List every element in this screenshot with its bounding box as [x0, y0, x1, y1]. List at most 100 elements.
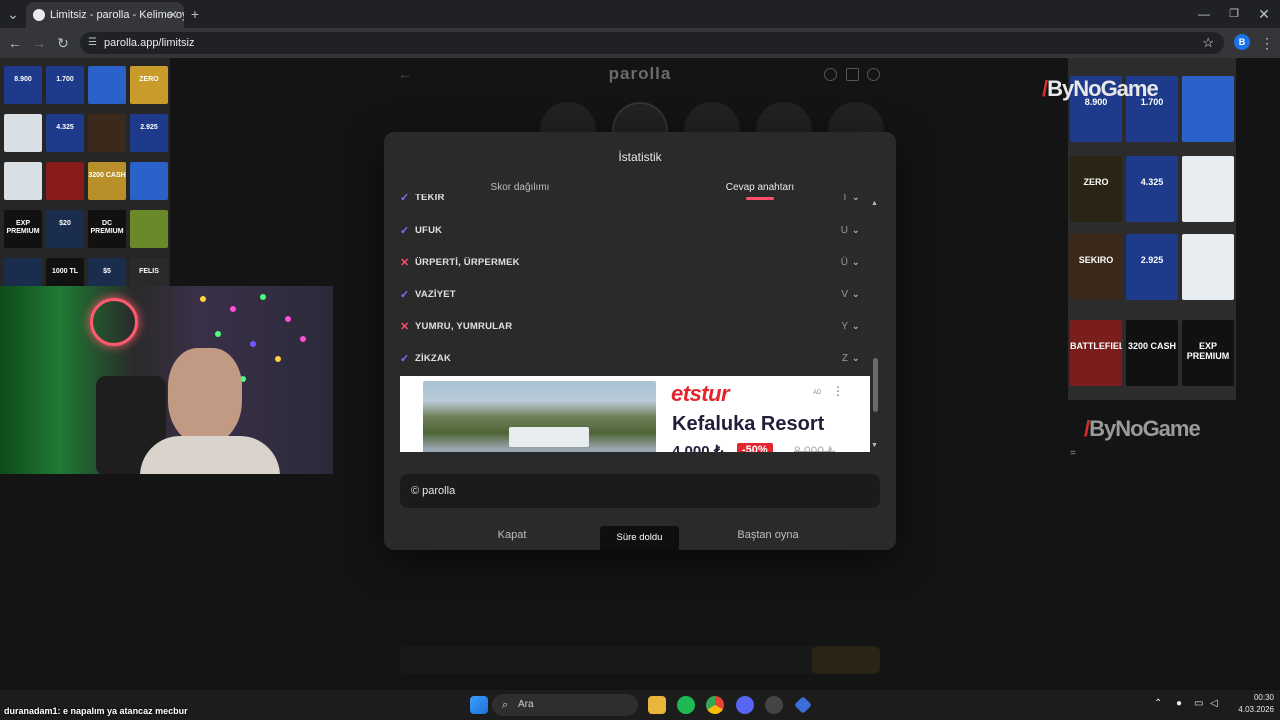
- chevron-down-icon[interactable]: ⌄: [852, 317, 860, 337]
- answer-row[interactable]: ✓ UFUK U ⌄: [400, 221, 860, 241]
- favicon-icon: [33, 9, 45, 21]
- chevron-down-icon[interactable]: ⌄: [852, 253, 860, 273]
- site-back-icon[interactable]: ←: [398, 66, 412, 82]
- info-icon[interactable]: [824, 68, 837, 81]
- chevron-down-icon[interactable]: ⌄: [852, 285, 860, 305]
- answer-row[interactable]: ✕ ÜRPERTİ, ÜRPERMEK Ü ⌄: [400, 253, 860, 273]
- chevron-down-icon[interactable]: ⌄: [852, 349, 860, 369]
- answer-word: ZİKZAK: [415, 353, 452, 364]
- volume-icon[interactable]: ◁: [1210, 698, 1218, 709]
- bookmark-star-icon[interactable]: ☆: [1202, 32, 1214, 54]
- reload-icon[interactable]: ↻: [52, 32, 74, 54]
- tab-answer-key[interactable]: Cevap anahtarı: [640, 182, 880, 193]
- ad-tile: 1.700: [46, 66, 84, 104]
- tab-search-icon[interactable]: ⌄: [4, 0, 22, 28]
- decor-equals: =: [1070, 448, 1076, 459]
- discord-icon[interactable]: [736, 696, 754, 714]
- ad-tile: 2.925: [130, 114, 168, 152]
- answer-letter: Z: [841, 353, 848, 364]
- minimize-icon[interactable]: —: [1196, 0, 1212, 28]
- webcam-overlay: [0, 286, 333, 474]
- profile-icon[interactable]: [867, 68, 880, 81]
- ad-tile: [88, 114, 126, 152]
- restart-button[interactable]: Baştan oyna: [718, 526, 818, 550]
- browser-tab[interactable]: Limitsiz - parolla - Kelime oyunu ✕: [26, 2, 184, 28]
- network-icon[interactable]: ▭: [1194, 698, 1203, 709]
- ad-tile: [130, 210, 168, 248]
- file-explorer-icon[interactable]: [648, 696, 666, 714]
- ad-tile: EXP PREMIUM: [1182, 320, 1234, 386]
- ad-tile: 4.325: [1126, 156, 1178, 222]
- tab-score-distribution[interactable]: Skor dağılımı: [400, 182, 640, 193]
- answer-row[interactable]: ✓ TEKİR T ⌄: [400, 194, 860, 208]
- scroll-up-icon[interactable]: ▲: [871, 200, 878, 207]
- clock-time[interactable]: 00:30: [1238, 693, 1274, 702]
- ad-tile: [46, 162, 84, 200]
- cross-icon: ✕: [400, 257, 410, 269]
- back-icon[interactable]: ←: [4, 32, 26, 54]
- check-icon: ✓: [400, 289, 410, 301]
- chevron-down-icon[interactable]: ⌄: [852, 194, 860, 208]
- forward-icon[interactable]: →: [28, 32, 50, 54]
- taskbar-search-label: Ara: [518, 699, 534, 710]
- answer-row[interactable]: ✓ ZİKZAK Z ⌄: [400, 349, 860, 369]
- right-ad-panel: 8.900 1.700 ZERO 4.325 SEKIRO 2.925 BATT…: [1068, 58, 1236, 400]
- submit-button: [812, 646, 880, 674]
- address-bar[interactable]: ☰ parolla.app/limitsiz ☆: [80, 32, 1224, 54]
- ad-tile: [1182, 156, 1234, 222]
- ad-badge: AD: [813, 390, 822, 396]
- scroll-down-icon[interactable]: ▼: [871, 442, 878, 449]
- ad-tile: $20: [46, 210, 84, 248]
- ad-tile: [1182, 234, 1234, 300]
- tab-close-icon[interactable]: ✕: [168, 2, 178, 28]
- window-close-icon[interactable]: ✕: [1256, 0, 1272, 28]
- streamer-face: [168, 348, 242, 444]
- answer-word: VAZİYET: [415, 289, 456, 300]
- cross-icon: ✕: [400, 321, 410, 333]
- clock-date[interactable]: 4.03.2026: [1226, 705, 1274, 714]
- browser-menu-icon[interactable]: ⋮: [1260, 32, 1274, 54]
- ad-tile: BATTLEFIELD: [1070, 320, 1122, 386]
- ad-old-price: 8.000 ₺: [794, 444, 835, 452]
- app-icon[interactable]: [765, 696, 783, 714]
- restore-icon[interactable]: ❐: [1226, 0, 1242, 28]
- start-icon[interactable]: [470, 696, 488, 714]
- chevron-down-icon[interactable]: ⌄: [852, 221, 860, 241]
- answer-row[interactable]: ✓ VAZİYET V ⌄: [400, 285, 860, 305]
- scroll-thumb[interactable]: [873, 358, 878, 412]
- close-button[interactable]: Kapat: [472, 526, 552, 550]
- ad-tile: SEKIRO: [1070, 234, 1122, 300]
- scrollbar[interactable]: [871, 198, 879, 454]
- ad-discount: -50%: [737, 443, 773, 452]
- ad-tile: [1182, 76, 1234, 142]
- profile-avatar[interactable]: B: [1234, 34, 1250, 50]
- microphone-icon[interactable]: ●: [1176, 698, 1182, 709]
- check-icon: ✓: [400, 194, 410, 204]
- new-tab-icon[interactable]: +: [188, 0, 202, 28]
- ad-brand: etstur: [671, 381, 730, 406]
- ad-tile: [4, 114, 42, 152]
- ad-tile: 2.925: [1126, 234, 1178, 300]
- left-ad-panel: 8.900 1.700 ZERO 4.325 2.925 3200 CASH E…: [0, 58, 170, 296]
- gamepad-neon-icon: [90, 298, 138, 346]
- stats-icon[interactable]: [846, 68, 859, 81]
- answer-letter: U: [840, 225, 848, 236]
- spotify-icon[interactable]: [677, 696, 695, 714]
- time-up-button[interactable]: Süre doldu: [600, 526, 679, 550]
- check-icon: ✓: [400, 225, 410, 237]
- site-info-icon[interactable]: ☰: [88, 32, 97, 54]
- chat-message: duranadam1: e napalım ya atancaz mecbur: [4, 706, 188, 716]
- ad-banner[interactable]: etstur AD ⋮ Kefaluka Resort 4.000 ₺ -50%…: [400, 376, 870, 452]
- site-title: parolla: [608, 64, 672, 83]
- ad-headline: Kefaluka Resort: [672, 413, 825, 435]
- answer-word: TEKİR: [415, 194, 445, 203]
- tray-expand-icon[interactable]: ⌃: [1154, 698, 1162, 709]
- url-text: parolla.app/limitsiz: [104, 37, 195, 49]
- ad-options-icon[interactable]: ⋮: [832, 384, 844, 398]
- taskbar-search[interactable]: ⌕ Ara: [492, 694, 638, 716]
- ad-tile: 3200 CASH: [1126, 320, 1178, 386]
- answer-row[interactable]: ✕ YUMRU, YUMRULAR Y ⌄: [400, 317, 860, 337]
- chrome-icon[interactable]: [706, 696, 724, 714]
- answer-word: UFUK: [415, 225, 443, 236]
- ad-tile: DC PREMIUM: [88, 210, 126, 248]
